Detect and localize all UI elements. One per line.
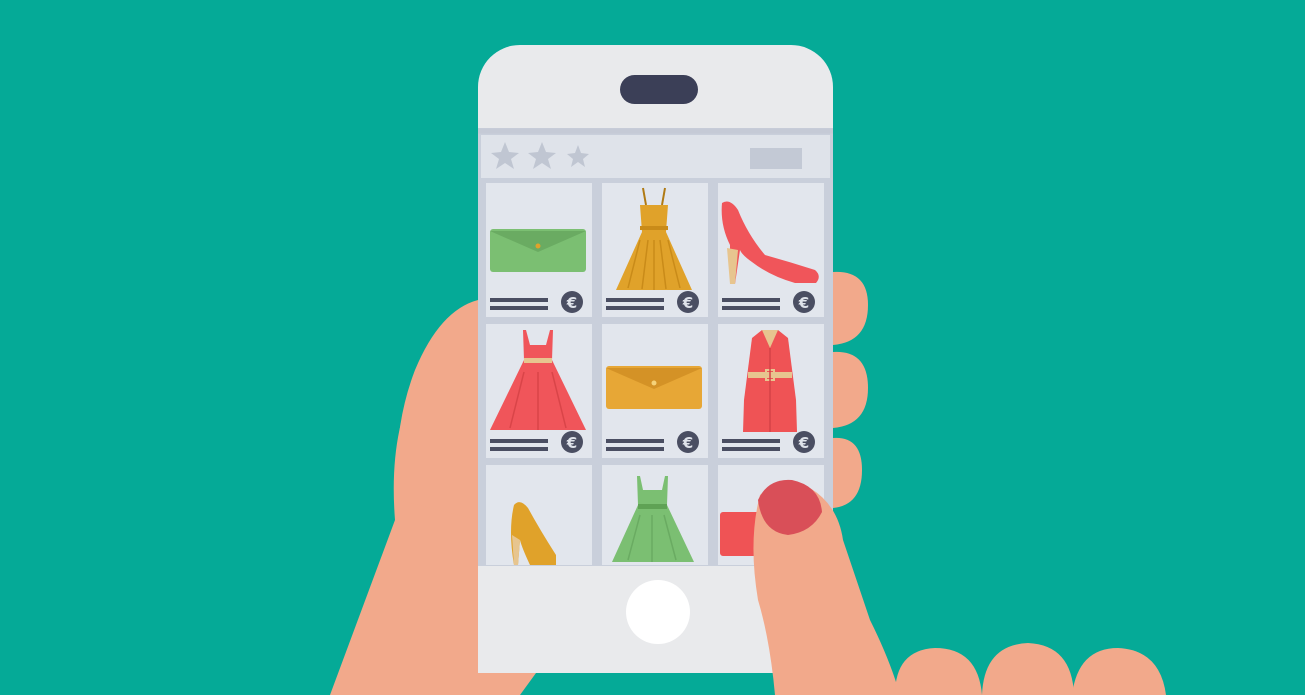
menu-button[interactable] <box>750 148 802 169</box>
right-fingers <box>833 271 868 508</box>
euro-symbol: € <box>798 294 809 312</box>
euro-symbol: € <box>566 294 577 312</box>
left-thumb <box>396 300 478 520</box>
coat-icon <box>743 330 797 432</box>
illustration-scene: € € € € € € <box>0 0 1305 695</box>
euro-symbol: € <box>798 434 809 452</box>
hand-holding-phone-illustration: € € € € € € <box>330 45 1166 695</box>
clutch-bag-icon <box>490 229 586 272</box>
clutch-bag-icon <box>606 366 702 409</box>
home-button[interactable] <box>626 580 690 644</box>
euro-symbol: € <box>682 294 693 312</box>
tapping-hand-knuckles <box>895 643 1166 695</box>
euro-symbol: € <box>682 434 693 452</box>
euro-symbol: € <box>566 434 577 452</box>
phone-speaker <box>620 75 698 104</box>
